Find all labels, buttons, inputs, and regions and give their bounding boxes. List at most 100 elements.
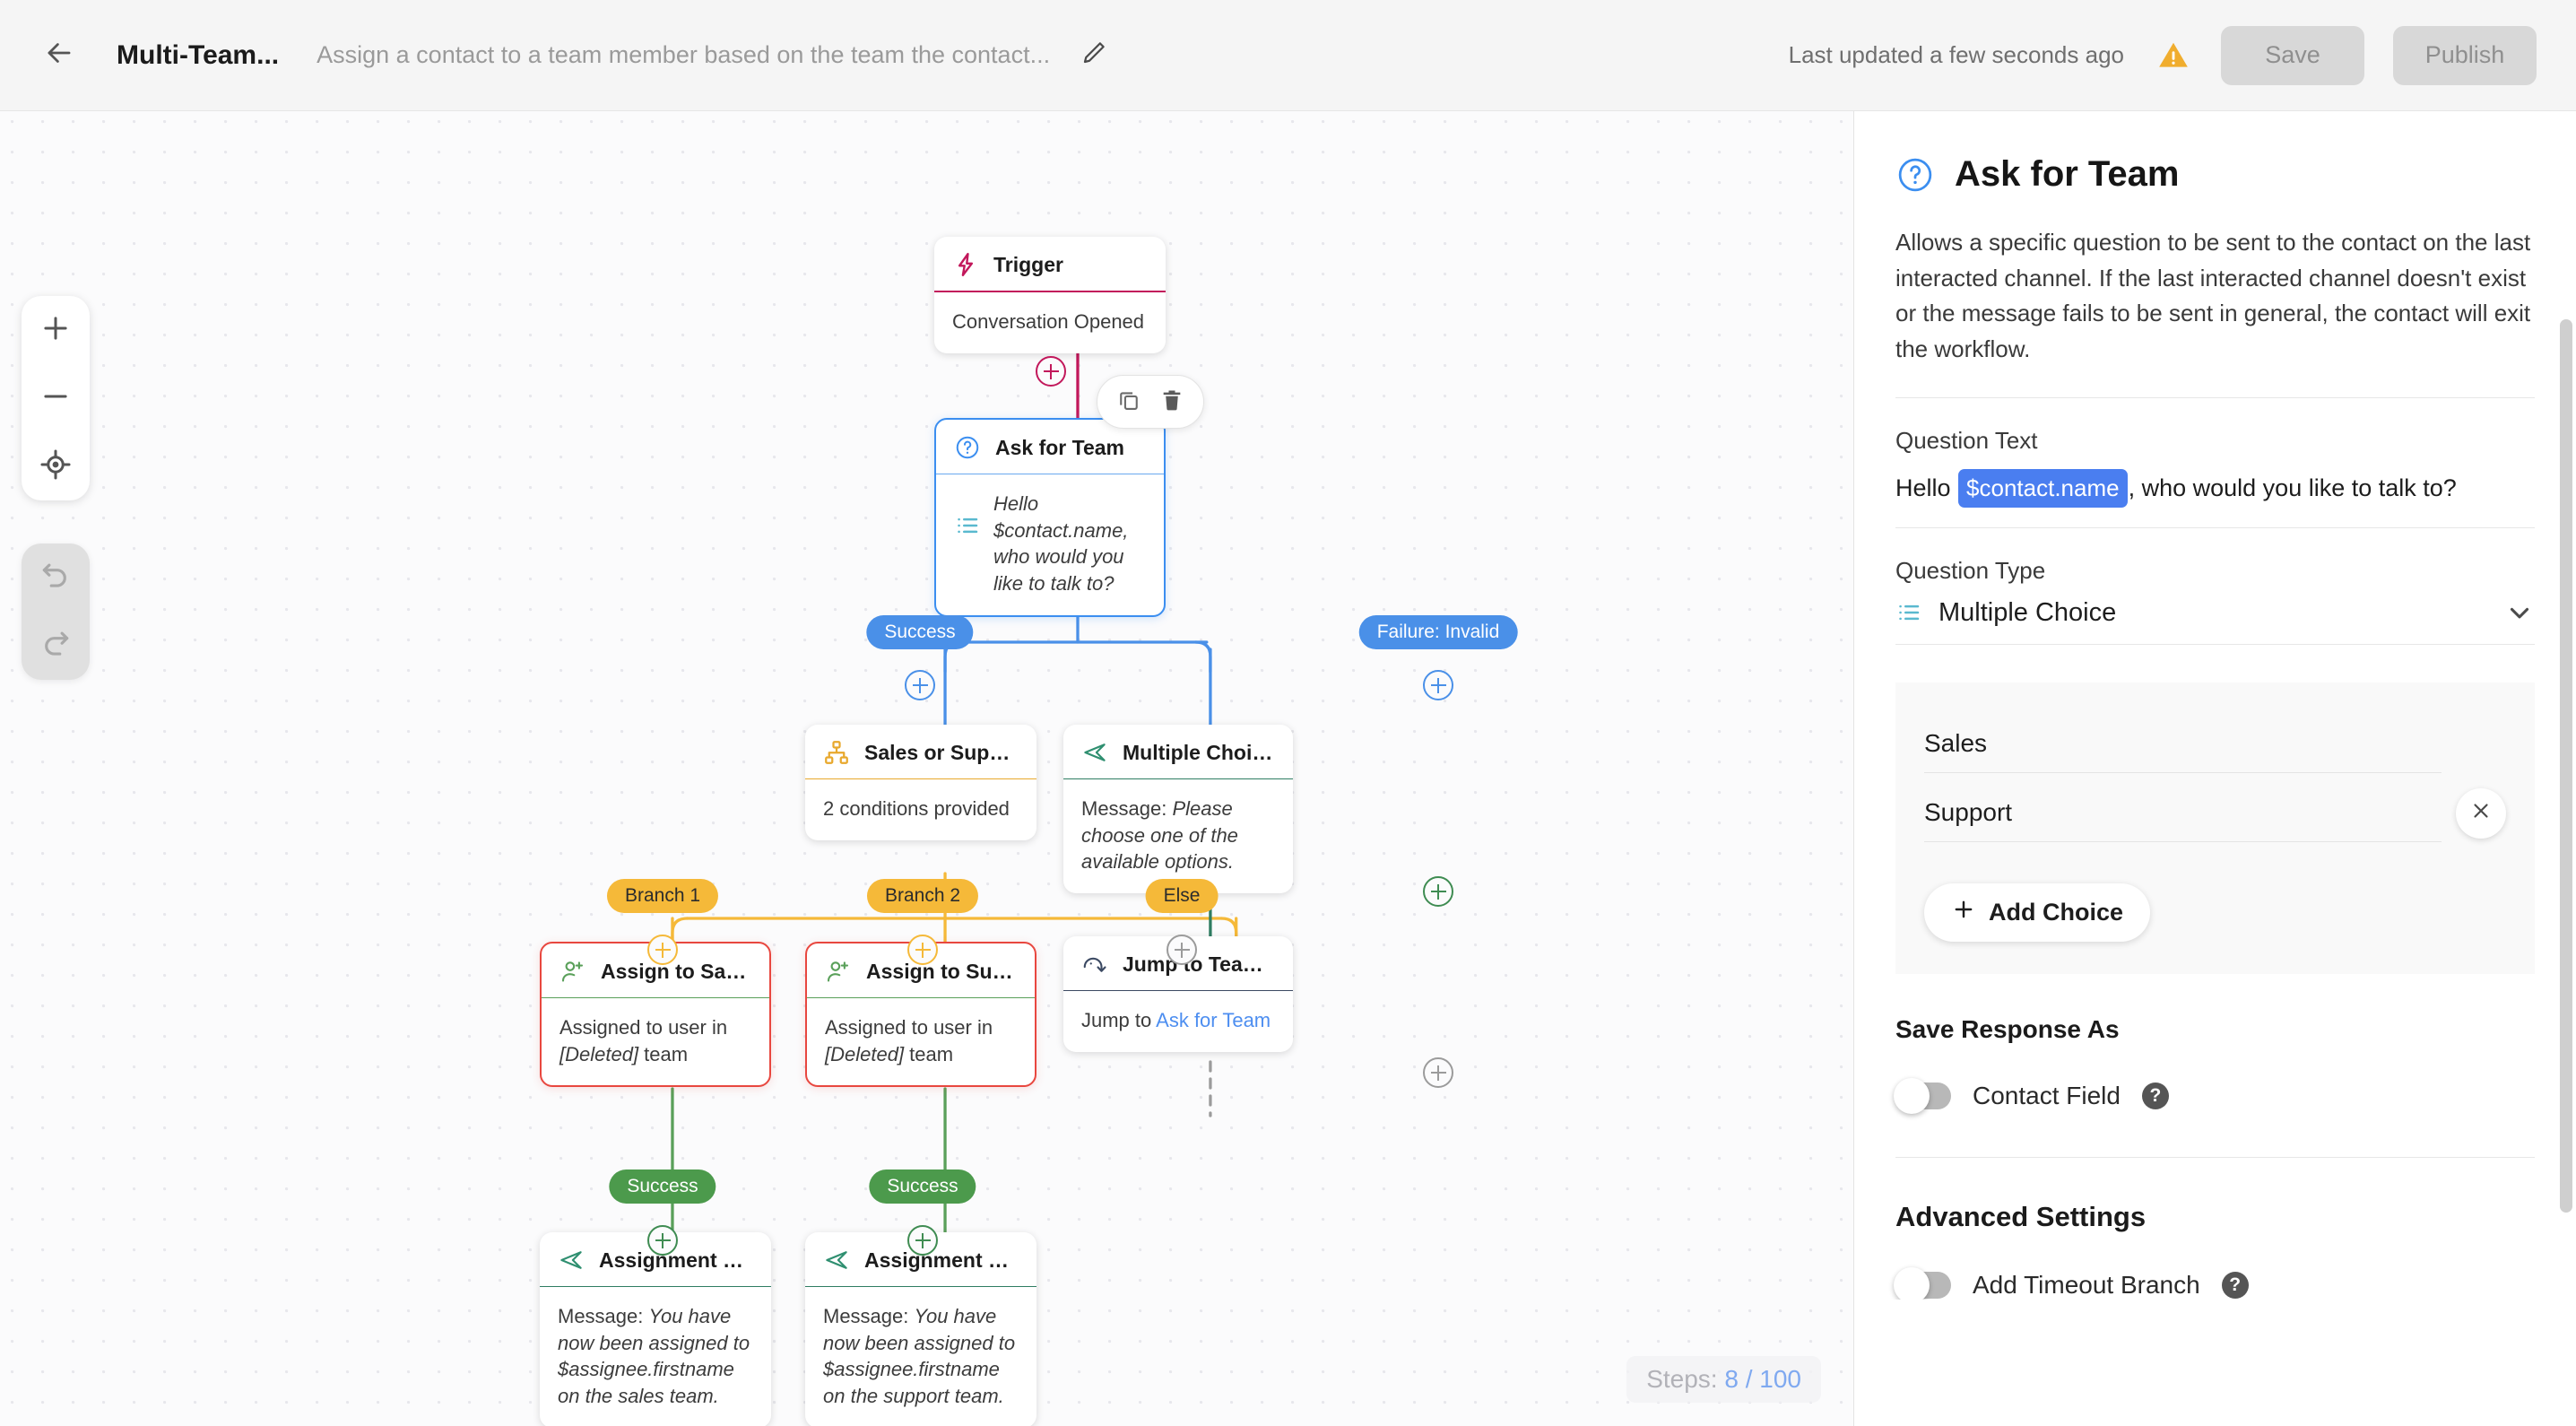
jump-arrow-icon	[1081, 951, 1108, 978]
node-title: Sales or Support Branch	[864, 740, 1019, 764]
node-trigger[interactable]: Trigger Conversation Opened	[934, 237, 1166, 353]
question-text-prefix: Hello	[1895, 474, 1958, 502]
zoom-in-button[interactable]	[22, 296, 90, 364]
node-body-text: Assigned to user in [Deleted] team	[825, 1016, 993, 1065]
jump-target-link[interactable]: Ask for Team	[1156, 1009, 1271, 1031]
help-circle-icon[interactable]: ?	[2221, 1272, 2249, 1300]
send-icon	[1081, 739, 1108, 766]
close-x-icon	[2469, 799, 2493, 827]
node-header: Multiple Choice Instructi...	[1063, 725, 1293, 779]
copy-icon	[1116, 387, 1141, 417]
delete-node-button[interactable]	[1153, 383, 1191, 421]
workflow-description[interactable]: Assign a contact to a team member based …	[317, 41, 1050, 69]
pencil-icon	[1080, 39, 1107, 71]
save-button[interactable]: Save	[2221, 25, 2364, 85]
node-body: Conversation Opened	[934, 292, 1166, 353]
add-step-else[interactable]	[1167, 935, 1197, 965]
question-type-label: Question Type	[1895, 557, 2046, 585]
add-choice-label: Add Choice	[1989, 899, 2124, 926]
choice-input-2[interactable]	[1924, 784, 2442, 843]
node-title: Multiple Choice Instructi...	[1123, 740, 1275, 764]
edit-title-button[interactable]	[1073, 35, 1115, 76]
duplicate-node-button[interactable]	[1110, 383, 1148, 421]
edge-label-success-sales[interactable]: Success	[609, 1169, 716, 1204]
redo-button[interactable]	[22, 612, 90, 680]
remove-choice-button[interactable]	[2456, 787, 2506, 839]
node-multiple-choice-instructions[interactable]: Multiple Choice Instructi... Message: Pl…	[1063, 725, 1293, 894]
panel-description: Allows a specific question to be sent to…	[1895, 229, 2531, 362]
help-circle-icon[interactable]: ?	[2141, 1083, 2169, 1110]
add-step-after-mc-instructions[interactable]	[1423, 876, 1453, 907]
add-step-after-assign-support[interactable]	[907, 1225, 938, 1256]
undo-button[interactable]	[22, 543, 90, 612]
node-body: Assigned to user in [Deleted] team	[542, 998, 769, 1085]
edge-label-branch-2[interactable]: Branch 2	[866, 879, 979, 913]
edge-label-else[interactable]: Else	[1145, 879, 1219, 913]
panel-scrollbar[interactable]	[2560, 319, 2572, 1213]
app-body: Trigger Conversation Opened Ask for Team…	[0, 111, 2576, 1426]
timeout-branch-label: Add Timeout Branch	[1973, 1271, 2200, 1300]
node-body: Message: Please choose one of the availa…	[1063, 779, 1293, 893]
recenter-button[interactable]	[22, 432, 90, 500]
crosshair-icon	[39, 448, 73, 486]
add-step-after-trigger[interactable]	[1036, 356, 1066, 387]
node-title: Jump to Team Question	[1123, 952, 1275, 976]
question-text-input[interactable]: Hello $contact.name, who would you like …	[1895, 469, 2535, 529]
panel-divider	[1895, 1157, 2535, 1159]
undo-arrow-icon	[39, 559, 73, 597]
workflow-builder-app: Multi-Team... Assign a contact to a team…	[0, 0, 2576, 1426]
question-type-field: Question Type Multiple Choice	[1895, 528, 2535, 646]
back-button[interactable]	[34, 30, 84, 81]
panel-content: Ask for Team Allows a specific question …	[1854, 111, 2576, 1300]
node-title: Ask for Team	[995, 435, 1125, 459]
question-type-select[interactable]: Multiple Choice	[1895, 597, 2535, 646]
node-title: Assignment Message: S...	[864, 1248, 1019, 1272]
edge-label-success-left[interactable]: Success	[866, 615, 974, 649]
advanced-settings-label: Advanced Settings	[1895, 1201, 2147, 1233]
add-step-branch-1[interactable]	[647, 935, 678, 965]
add-step-after-jump[interactable]	[1423, 1057, 1453, 1088]
add-step-after-assign-sales[interactable]	[647, 1225, 678, 1256]
node-body-text: Conversation Opened	[952, 310, 1145, 333]
node-body-text: Message: You have now been assigned to $…	[558, 1305, 750, 1408]
choices-list: Add Choice	[1895, 683, 2535, 975]
app-header: Multi-Team... Assign a contact to a team…	[0, 0, 2576, 111]
workflow-title[interactable]: Multi-Team...	[117, 40, 279, 71]
edge-label-failure-invalid[interactable]: Failure: Invalid	[1358, 615, 1518, 649]
node-sales-or-support-branch[interactable]: Sales or Support Branch 2 conditions pro…	[805, 725, 1036, 840]
edge-label-success-support[interactable]: Success	[869, 1169, 976, 1204]
contact-field-row: Contact Field ?	[1894, 1078, 2535, 1115]
choice-row	[1924, 715, 2506, 774]
contact-field-toggle[interactable]	[1894, 1078, 1951, 1115]
add-step-branch-2[interactable]	[907, 935, 938, 965]
lightning-bolt-icon	[952, 251, 979, 278]
panel-title: Ask for Team	[1955, 154, 2180, 194]
node-title: Assignment Message: S...	[599, 1248, 753, 1272]
add-step-success-branch[interactable]	[905, 670, 935, 700]
workflow-canvas[interactable]: Trigger Conversation Opened Ask for Team…	[0, 111, 1853, 1426]
node-assignment-message-support[interactable]: Assignment Message: S... Message: You ha…	[805, 1232, 1036, 1426]
node-title: Assign to Sales Team	[601, 959, 751, 983]
canvas-zoom-controls	[22, 296, 90, 500]
send-icon	[558, 1247, 585, 1274]
contact-name-token[interactable]: $contact.name	[1958, 469, 2128, 509]
steps-label: Steps:	[1646, 1365, 1718, 1393]
zoom-out-button[interactable]	[22, 364, 90, 432]
question-text-suffix: , who would you like to talk to?	[2128, 474, 2457, 502]
timeout-branch-toggle[interactable]	[1894, 1267, 1951, 1300]
branch-icon	[823, 739, 850, 766]
add-choice-button[interactable]: Add Choice	[1924, 883, 2151, 943]
add-step-failure-branch[interactable]	[1423, 670, 1453, 700]
person-add-icon	[825, 958, 852, 985]
node-body-text: Message: Please choose one of the availa…	[1081, 797, 1238, 874]
node-assignment-message-sales[interactable]: Assignment Message: S... Message: You ha…	[540, 1232, 771, 1426]
node-body: Assigned to user in [Deleted] team	[807, 998, 1035, 1085]
save-response-section: Save Response As Contact Field ?	[1894, 1015, 2535, 1115]
node-ask-for-team[interactable]: Ask for Team Hello $contact.name, who wo…	[934, 418, 1166, 617]
publish-button[interactable]: Publish	[2393, 25, 2537, 85]
warning-triangle-icon[interactable]	[2155, 37, 2192, 74]
choice-input-1[interactable]	[1924, 715, 2442, 774]
edge-label-branch-1[interactable]: Branch 1	[606, 879, 719, 913]
timeout-branch-row: Add Timeout Branch ?	[1894, 1267, 2535, 1300]
node-body: 2 conditions provided	[805, 779, 1036, 840]
